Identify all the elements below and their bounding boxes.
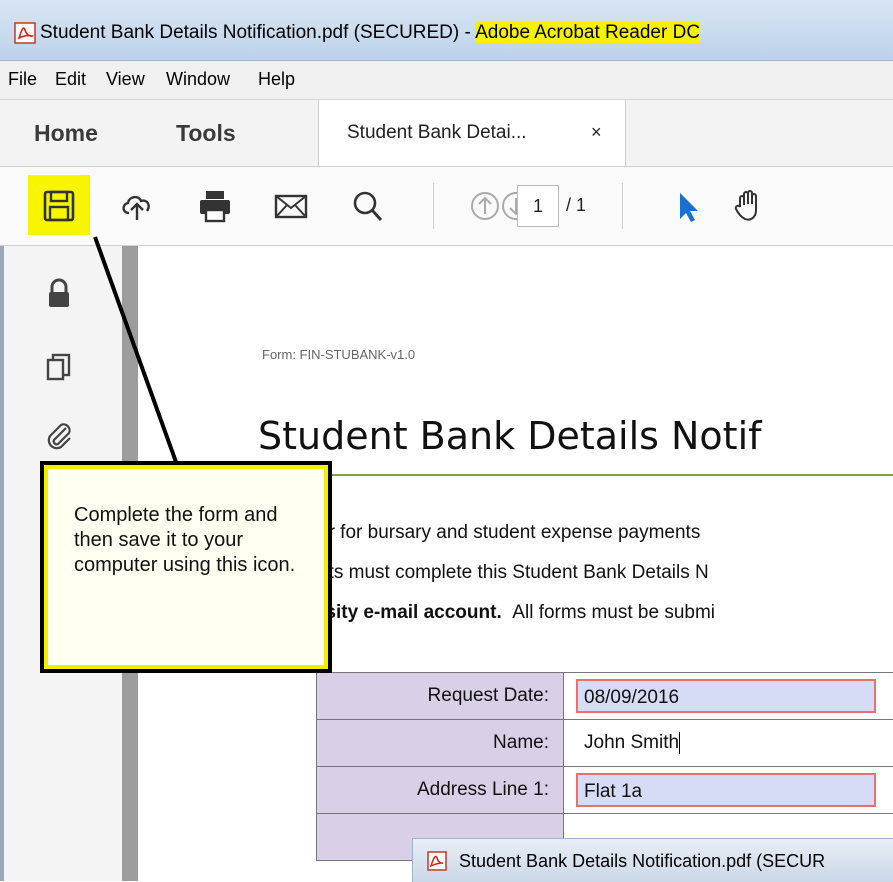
menu-window[interactable]: Window (166, 69, 230, 90)
select-arrow-icon[interactable] (670, 187, 708, 225)
page-total: / 1 (566, 195, 586, 216)
request-date-label: Request Date: (317, 673, 564, 720)
upload-cloud-icon[interactable] (118, 187, 156, 225)
hand-tool-icon[interactable] (730, 187, 768, 225)
table-row: Name: John Smith (317, 720, 893, 767)
menu-bar: File Edit View Window Help (0, 61, 893, 100)
document-heading: Student Bank Details Notif (258, 414, 762, 458)
name-cell: John Smith (564, 720, 893, 767)
attachment-icon[interactable] (44, 420, 74, 450)
tab-row: Home Tools Student Bank Detai... × (0, 100, 893, 167)
callout-text: Complete the form and then save it to yo… (74, 503, 314, 578)
acrobat-app-icon (14, 22, 36, 44)
tab-home[interactable]: Home (34, 120, 98, 147)
paragraph-line-2: nts must complete this Student Bank Deta… (318, 562, 709, 584)
window-title-prefix: Student Bank Details Notification.pdf (S… (40, 22, 475, 43)
table-row: Request Date: 08/09/2016 (317, 673, 893, 720)
paragraph-bold: rsity e-mail account. (318, 602, 502, 623)
paragraph-line-1: er for bursary and student expense payme… (318, 522, 700, 544)
taskbar-preview[interactable]: Student Bank Details Notification.pdf (S… (412, 838, 893, 882)
lock-icon[interactable] (44, 278, 74, 308)
left-window-edge (0, 246, 4, 881)
taskbar-preview-label: Student Bank Details Notification.pdf (S… (459, 851, 825, 872)
name-field[interactable]: John Smith (576, 732, 679, 753)
document-tab-label: Student Bank Detai... (347, 122, 527, 144)
paragraph-tail: All forms must be submi (512, 602, 715, 623)
tab-tools[interactable]: Tools (176, 120, 236, 147)
address-line-1-field[interactable]: Flat 1a (576, 773, 876, 807)
pages-icon[interactable] (44, 352, 74, 382)
close-tab-icon[interactable]: × (591, 122, 602, 143)
tab-document[interactable]: Student Bank Detai... × (318, 100, 626, 166)
page-number-input[interactable]: 1 (517, 185, 559, 227)
toolbar-separator (433, 183, 434, 229)
menu-help[interactable]: Help (258, 69, 295, 90)
address-line-1-label: Address Line 1: (317, 767, 564, 814)
save-icon[interactable] (40, 187, 78, 225)
form-id-label: Form: FIN-STUBANK-v1.0 (262, 347, 415, 362)
table-row: Address Line 1: Flat 1a (317, 767, 893, 814)
menu-file[interactable]: File (8, 69, 37, 90)
instruction-callout: Complete the form and then save it to yo… (40, 461, 332, 673)
heading-rule (258, 474, 893, 476)
toolbar-separator (622, 183, 623, 229)
menu-edit[interactable]: Edit (55, 69, 86, 90)
window-titlebar: Student Bank Details Notification.pdf (S… (0, 0, 893, 61)
request-date-cell: 08/09/2016 (564, 673, 893, 720)
pdf-file-icon (427, 851, 447, 871)
text-cursor (679, 732, 680, 754)
name-label: Name: (317, 720, 564, 767)
email-icon[interactable] (272, 187, 310, 225)
menu-view[interactable]: View (106, 69, 145, 90)
request-date-field[interactable]: 08/09/2016 (576, 679, 876, 713)
form-table: Request Date: 08/09/2016 Name: John Smit… (316, 672, 893, 861)
window-title: Student Bank Details Notification.pdf (S… (40, 22, 700, 44)
address-line-1-cell: Flat 1a (564, 767, 893, 814)
paragraph-line-3: rsity e-mail account. All forms must be … (318, 602, 715, 624)
print-icon[interactable] (196, 187, 234, 225)
search-icon[interactable] (348, 187, 386, 225)
main-toolbar: 1 / 1 (0, 167, 893, 246)
window-title-app: Adobe Acrobat Reader DC (475, 22, 700, 43)
